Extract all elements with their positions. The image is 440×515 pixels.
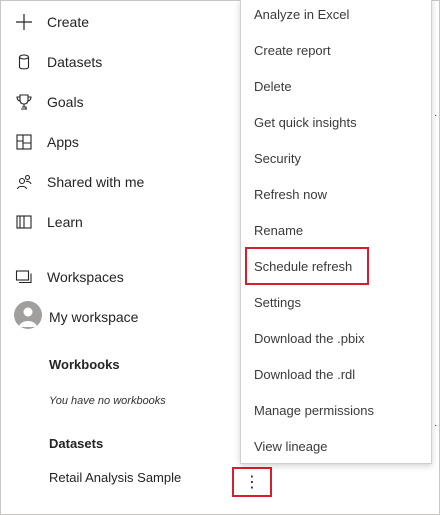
nav-item-label: Workspaces (47, 269, 124, 285)
schedule-refresh-highlight (245, 247, 369, 285)
menu-item-download-rdl[interactable]: Download the .rdl (254, 364, 355, 384)
menu-item-delete[interactable]: Delete (254, 76, 292, 96)
avatar[interactable] (14, 301, 42, 329)
menu-item-settings[interactable]: Settings (254, 292, 301, 312)
nav-item-datasets[interactable]: Datasets (14, 51, 102, 73)
menu-item-create-report[interactable]: Create report (254, 40, 331, 60)
menu-item-refresh-now[interactable]: Refresh now (254, 184, 327, 204)
my-workspace-label[interactable]: My workspace (49, 309, 138, 325)
nav-item-label: Learn (47, 214, 83, 230)
nav-item-label: Create (47, 14, 90, 30)
user-icon (19, 307, 37, 327)
trophy-icon (14, 92, 34, 112)
menu-item-manage-permissions[interactable]: Manage permissions (254, 400, 374, 420)
nav-item-create[interactable]: Create (14, 11, 89, 33)
datasets-heading: Datasets (49, 436, 104, 451)
menu-item-rename[interactable]: Rename (254, 220, 303, 240)
more-options-icon: ⋮ (244, 474, 260, 491)
menu-item-security[interactable]: Security (254, 148, 301, 168)
more-options-button[interactable]: ⋮ (232, 467, 272, 497)
database-icon (14, 52, 34, 72)
apps-icon (14, 132, 34, 152)
nav-item-label: Datasets (47, 54, 103, 70)
nav-item-label: Shared with me (47, 174, 145, 190)
workspaces-icon (14, 267, 34, 287)
context-menu: Analyze in Excel Create report Delete Ge… (240, 0, 432, 464)
nav-item-shared-with-me[interactable]: Shared with me (14, 171, 144, 193)
nav-item-label: Apps (47, 134, 79, 150)
menu-item-get-quick-insights[interactable]: Get quick insights (254, 112, 357, 132)
nav-item-workspaces[interactable]: Workspaces (14, 266, 124, 288)
book-icon (14, 212, 34, 232)
dataset-item-retail-analysis-sample[interactable]: Retail Analysis Sample (49, 470, 181, 485)
edge-mark: · (434, 110, 438, 121)
shared-users-icon (14, 172, 34, 192)
menu-item-view-lineage[interactable]: View lineage (254, 436, 327, 456)
nav-item-apps[interactable]: Apps (14, 131, 79, 153)
nav-item-goals[interactable]: Goals (14, 91, 84, 113)
menu-item-download-pbix[interactable]: Download the .pbix (254, 328, 365, 348)
edge-mark: · (434, 420, 438, 431)
nav-item-label: Goals (47, 94, 84, 110)
plus-icon (14, 12, 34, 32)
workbooks-heading: Workbooks (49, 357, 120, 372)
menu-item-analyze-in-excel[interactable]: Analyze in Excel (254, 4, 349, 24)
nav-item-learn[interactable]: Learn (14, 211, 83, 233)
workbooks-empty-note: You have no workbooks (49, 395, 166, 407)
